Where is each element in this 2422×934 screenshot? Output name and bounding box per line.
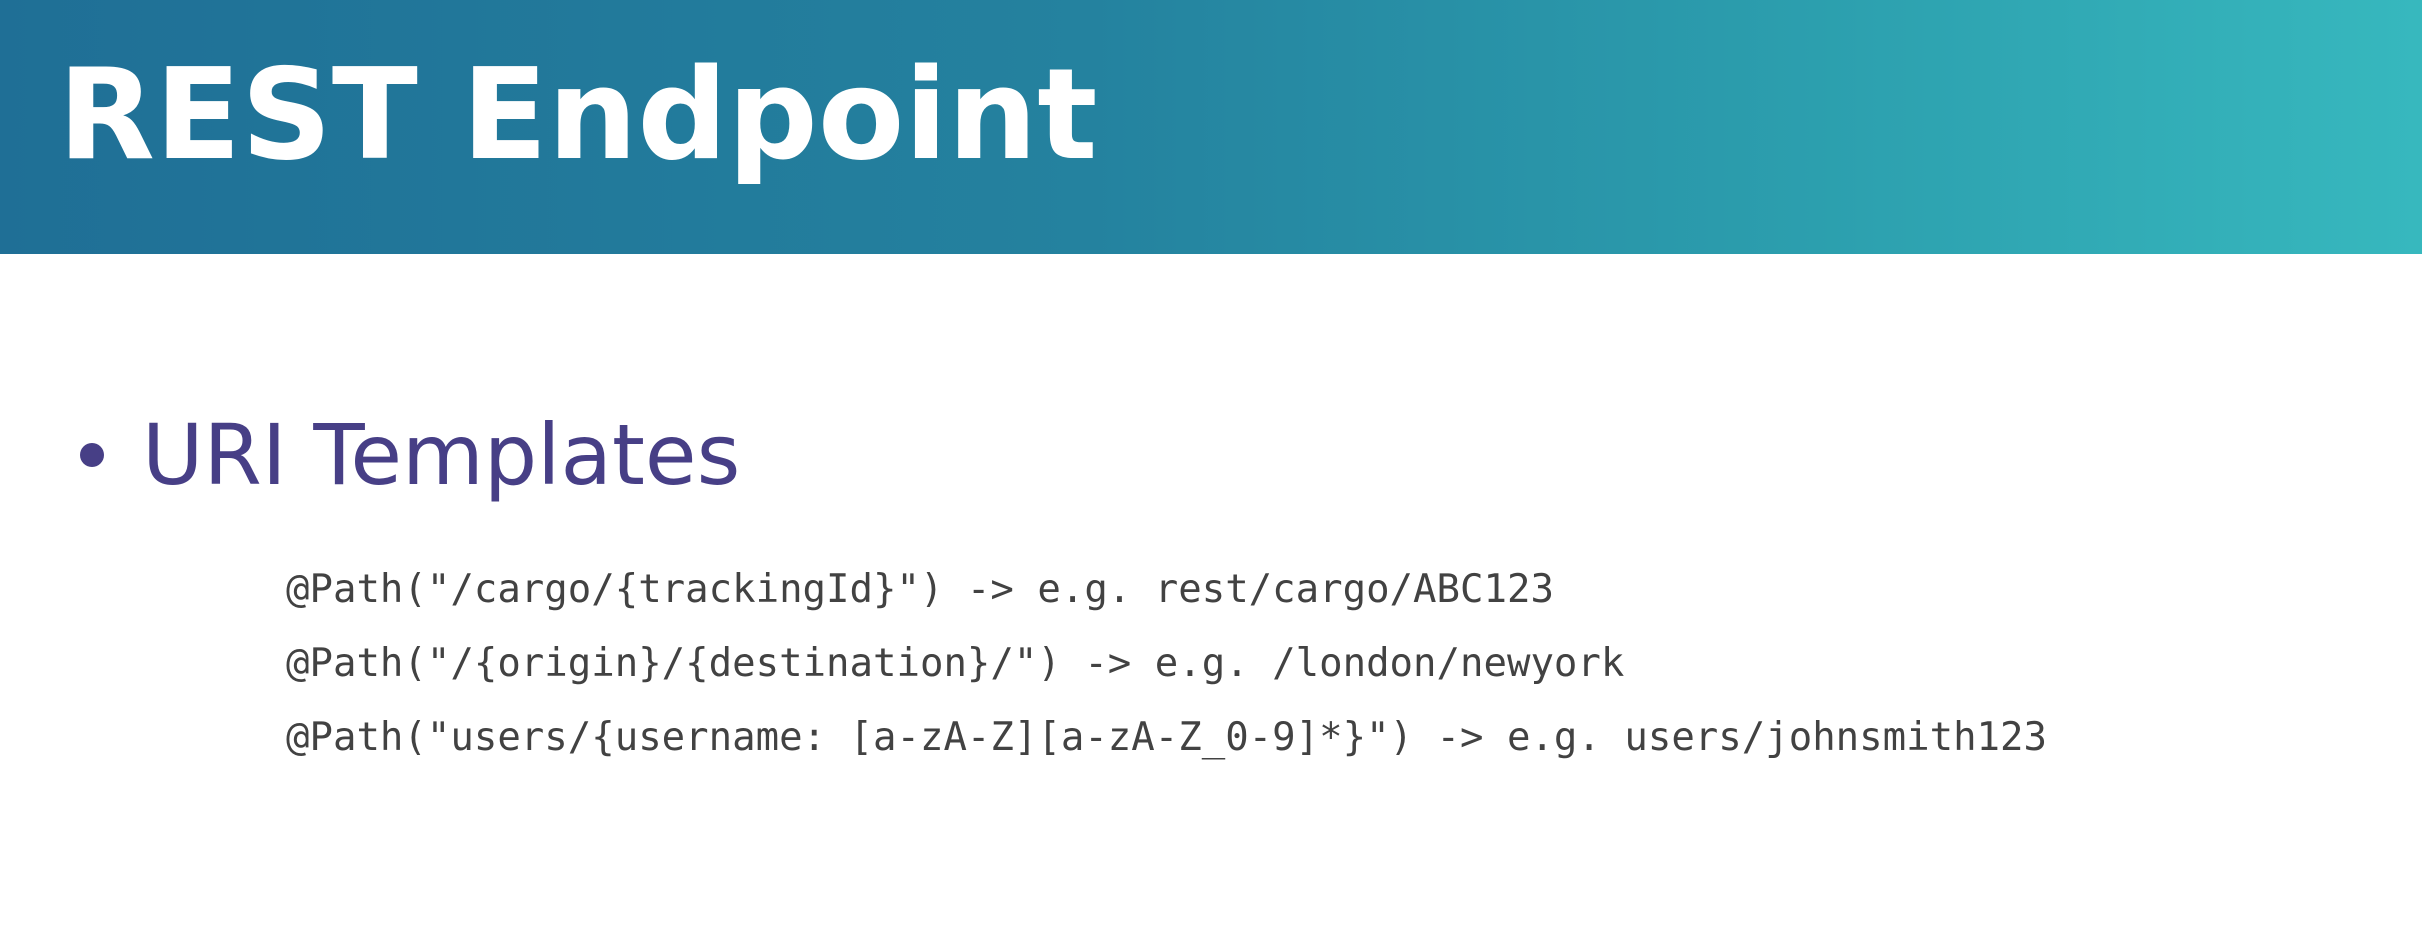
code-line: @Path("/cargo/{trackingId}") -> e.g. res… (286, 567, 1554, 612)
bullet-text: URI Templates (142, 406, 741, 504)
slide-title: REST Endpoint (58, 41, 1098, 188)
code-line: @Path("users/{username: [a-zA-Z][a-zA-Z_… (286, 715, 2047, 760)
title-bar: REST Endpoint (0, 0, 2422, 254)
slide: REST Endpoint URI Templates @Path("/carg… (0, 0, 2422, 934)
code-line: @Path("/{origin}/{destination}/") -> e.g… (286, 641, 1625, 686)
bullet-dot-icon (80, 443, 104, 467)
bullet-item: URI Templates (80, 395, 740, 515)
code-example-list: @Path("/cargo/{trackingId}") -> e.g. res… (286, 553, 2047, 775)
